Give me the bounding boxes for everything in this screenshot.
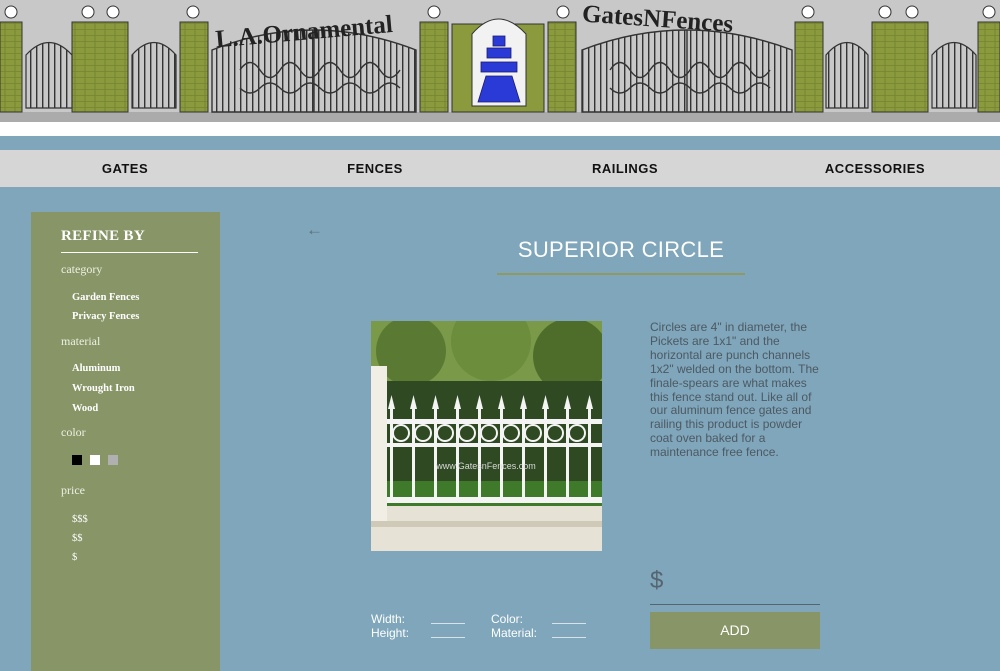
- product-title: SUPERIOR CIRCLE: [517, 237, 725, 262]
- filter-privacy-fences[interactable]: Privacy Fences: [72, 311, 139, 322]
- color-swatch-white[interactable]: [90, 455, 100, 465]
- filter-aluminum[interactable]: Aluminum: [72, 363, 120, 374]
- banner-illustration: L.A.Ornamental GatesNFences: [0, 0, 1000, 122]
- height-label: Height:: [371, 626, 410, 640]
- main-nav: GATES FENCES RAILINGS ACCESSORIES: [0, 150, 1000, 187]
- back-arrow-icon[interactable]: ←: [306, 220, 323, 240]
- banner-divider-white: [0, 122, 1000, 136]
- filter-garden-fences[interactable]: Garden Fences: [72, 292, 139, 303]
- material-label: material: [61, 334, 101, 348]
- width-field[interactable]: [431, 614, 465, 624]
- header-banner: L.A.Ornamental GatesNFences: [0, 0, 1000, 122]
- title-underline: [497, 273, 745, 275]
- color-label: color: [61, 425, 86, 439]
- price-underline: [650, 604, 820, 605]
- filter-price-mid[interactable]: $$: [72, 533, 83, 544]
- color-swatch-gray[interactable]: [108, 455, 118, 465]
- color-swatch-black[interactable]: [72, 455, 82, 465]
- banner-divider-blue: [0, 136, 1000, 150]
- nav-item-railings[interactable]: RAILINGS: [500, 150, 750, 187]
- height-field[interactable]: [431, 628, 465, 638]
- filter-wrought-iron[interactable]: Wrought Iron: [72, 383, 135, 394]
- material-option-label: Material:: [491, 626, 538, 640]
- product-description: Circles are 4" in diameter, the Pickets …: [650, 320, 819, 460]
- refine-divider: [61, 252, 198, 253]
- width-label: Width:: [371, 612, 406, 626]
- material-field[interactable]: [552, 628, 586, 638]
- price-display: $: [650, 567, 664, 594]
- nav-item-accessories[interactable]: ACCESSORIES: [750, 150, 1000, 187]
- filter-wood[interactable]: Wood: [72, 403, 98, 414]
- filter-price-low[interactable]: $: [72, 552, 77, 563]
- fence-photo-illustration: www.GatesnFences.com: [371, 321, 602, 551]
- color-field[interactable]: [552, 614, 586, 624]
- color-option-label: Color:: [491, 612, 524, 626]
- price-label: price: [61, 483, 85, 497]
- refine-sidebar: REFINE BY category Garden Fences Privacy…: [31, 212, 220, 671]
- svg-text:www.GatesnFences.com: www.GatesnFences.com: [435, 461, 536, 471]
- product-image: www.GatesnFences.com: [371, 321, 602, 551]
- nav-item-fences[interactable]: FENCES: [250, 150, 500, 187]
- nav-item-gates[interactable]: GATES: [0, 150, 250, 187]
- refine-heading: REFINE BY: [61, 228, 145, 244]
- filter-price-high[interactable]: $$$: [72, 514, 88, 525]
- category-label: category: [61, 262, 103, 276]
- add-to-cart-button[interactable]: ADD: [650, 612, 820, 649]
